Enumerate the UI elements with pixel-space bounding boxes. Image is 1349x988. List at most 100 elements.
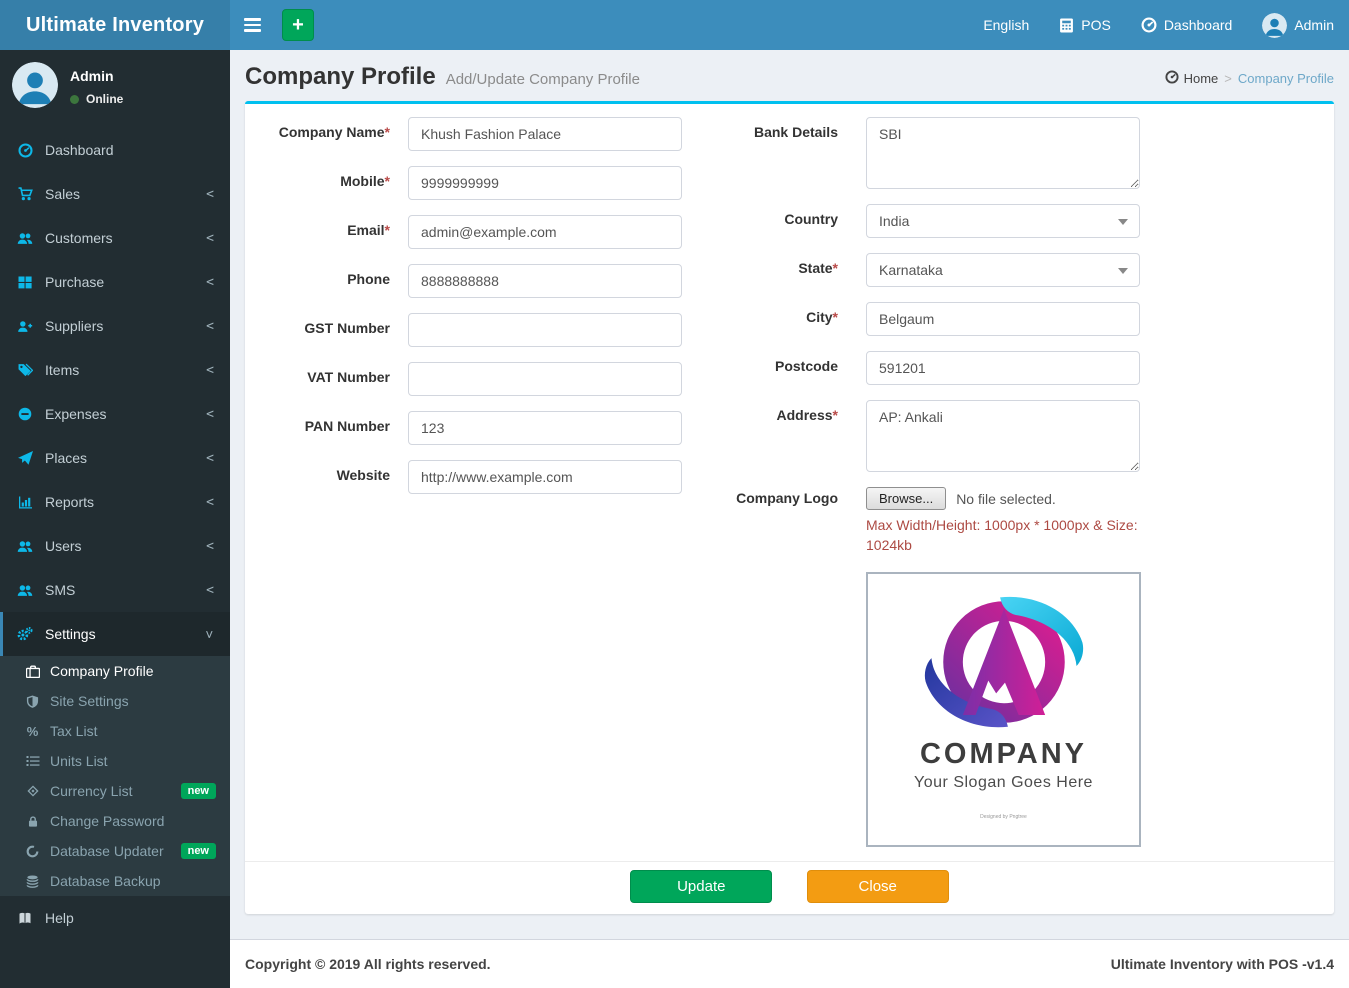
chevron-left-icon: < [206, 450, 214, 466]
nav-dashboard[interactable]: Dashboard [1126, 0, 1248, 50]
sidebar-item-help[interactable]: Help [0, 896, 230, 940]
sidebar-item-company-profile[interactable]: Company Profile [0, 656, 230, 686]
email-input[interactable] [408, 215, 682, 249]
country-select-value: India [879, 213, 910, 229]
breadcrumb-home-label: Home [1183, 71, 1219, 86]
new-badge: new [180, 843, 216, 859]
field-label: Address* [776, 407, 838, 423]
chevron-down-icon [1118, 219, 1128, 225]
bar-chart-icon [16, 496, 34, 509]
browse-button[interactable]: Browse... [866, 487, 947, 510]
user-panel: Admin Online [0, 50, 230, 122]
version-text: Ultimate Inventory with POS -v1.4 [1110, 956, 1334, 972]
nav-language[interactable]: English [968, 0, 1044, 50]
field-label: Postcode [774, 358, 838, 374]
nav-pos[interactable]: POS [1044, 0, 1126, 50]
sidebar-item-reports[interactable]: Reports < [0, 480, 230, 524]
sidebar-item-database-updater[interactable]: Database Updater new [0, 836, 230, 866]
chevron-left-icon: < [206, 186, 214, 202]
mobile-input[interactable] [408, 166, 682, 200]
users-icon [16, 232, 34, 245]
sidebar-item-label: Database Backup [50, 873, 161, 889]
phone-input[interactable] [408, 264, 682, 298]
sidebar-item-expenses[interactable]: Expenses < [0, 392, 230, 436]
sidebar-item-units-list[interactable]: Units List [0, 746, 230, 776]
sidebar-item-tax-list[interactable]: % Tax List [0, 716, 230, 746]
update-button[interactable]: Update [630, 870, 773, 903]
sidebar-item-label: Places [45, 450, 88, 466]
required-star: * [384, 222, 390, 238]
company-profile-panel: Company Name* Mobile* Email* Phone GST N… [245, 101, 1334, 914]
company-logo-field: Browse... No file selected. Max Width/He… [866, 487, 1158, 847]
diamond-icon [24, 784, 41, 798]
gst-number-input[interactable] [408, 313, 682, 347]
sidebar-item-label: Units List [50, 753, 108, 769]
field-label: Website [336, 467, 390, 483]
postcode-input[interactable] [866, 351, 1140, 385]
sidebar-item-label: Items [45, 362, 80, 378]
chevron-down-icon: < [202, 630, 218, 638]
sidebar-item-sms[interactable]: SMS < [0, 568, 230, 612]
chevron-left-icon: < [206, 362, 214, 378]
sidebar-item-dashboard[interactable]: Dashboard [0, 128, 230, 172]
bank-details-textarea[interactable]: SBI [866, 117, 1140, 189]
book-icon [16, 912, 34, 925]
cart-icon [16, 187, 34, 201]
close-button[interactable]: Close [806, 870, 949, 903]
tachometer-icon [16, 142, 34, 158]
logo-credit-text: Designed by Pngtree [980, 814, 1027, 820]
field-label: PAN Number [304, 418, 390, 434]
state-select[interactable]: Karnataka [866, 253, 1140, 287]
vat-number-input[interactable] [408, 362, 682, 396]
plus-icon: + [292, 14, 304, 36]
app-logo[interactable]: Ultimate Inventory [0, 0, 230, 50]
sidebar-item-items[interactable]: Items < [0, 348, 230, 392]
breadcrumb-home-link[interactable]: Home [1165, 70, 1219, 87]
sidebar-item-settings[interactable]: Settings < [0, 612, 230, 656]
content-area: Company Profile Add/Update Company Profi… [230, 50, 1349, 988]
form-row-bank-details: Bank Details SBI [726, 117, 1158, 189]
top-navbar: Ultimate Inventory + English POS Dashboa… [0, 0, 1349, 50]
calculator-icon [1059, 18, 1074, 33]
address-textarea[interactable]: AP: Ankali [866, 400, 1140, 472]
nav-user-menu[interactable]: Admin [1247, 0, 1349, 50]
shield-icon [24, 694, 41, 708]
settings-submenu: Company Profile Site Settings % Tax List… [0, 656, 230, 896]
sidebar-item-currency-list[interactable]: Currency List new [0, 776, 230, 806]
form-row-pan: PAN Number [260, 411, 682, 445]
field-label: City* [806, 309, 838, 325]
form-row-website: Website [260, 460, 682, 494]
chevron-left-icon: < [206, 494, 214, 510]
quick-add-button[interactable]: + [282, 9, 314, 41]
sidebar-item-database-backup[interactable]: Database Backup [0, 866, 230, 896]
field-label: Phone [347, 271, 390, 287]
form-row-address: Address* AP: Ankali [726, 400, 1158, 472]
city-input[interactable] [866, 302, 1140, 336]
dashboard-icon [1165, 70, 1179, 87]
sidebar-item-sales[interactable]: Sales < [0, 172, 230, 216]
sidebar-item-label: Users [45, 538, 82, 554]
company-logo-image [924, 596, 1083, 728]
sidebar-item-label: Sales [45, 186, 81, 202]
chevron-left-icon: < [206, 406, 214, 422]
sidebar-item-customers[interactable]: Customers < [0, 216, 230, 260]
form-right-column: Bank Details SBI Country India State* Ka… [726, 117, 1158, 847]
sidebar-item-places[interactable]: Places < [0, 436, 230, 480]
sidebar-item-users[interactable]: Users < [0, 524, 230, 568]
company-name-input[interactable] [408, 117, 682, 151]
sidebar-item-suppliers[interactable]: Suppliers < [0, 304, 230, 348]
sidebar-item-label: Dashboard [45, 142, 114, 158]
user-avatar-icon [1262, 12, 1288, 38]
sidebar-item-purchase[interactable]: Purchase < [0, 260, 230, 304]
country-select[interactable]: India [866, 204, 1140, 238]
file-status-text: No file selected. [956, 490, 1056, 507]
sidebar-item-label: Customers [45, 230, 113, 246]
website-input[interactable] [408, 460, 682, 494]
new-badge: new [180, 783, 216, 799]
sidebar-item-change-password[interactable]: Change Password [0, 806, 230, 836]
sidebar-item-site-settings[interactable]: Site Settings [0, 686, 230, 716]
pan-number-input[interactable] [408, 411, 682, 445]
sidebar-item-label: Database Updater [50, 843, 164, 859]
sidebar-toggle-button[interactable] [230, 0, 274, 50]
field-label: Bank Details [753, 124, 838, 140]
